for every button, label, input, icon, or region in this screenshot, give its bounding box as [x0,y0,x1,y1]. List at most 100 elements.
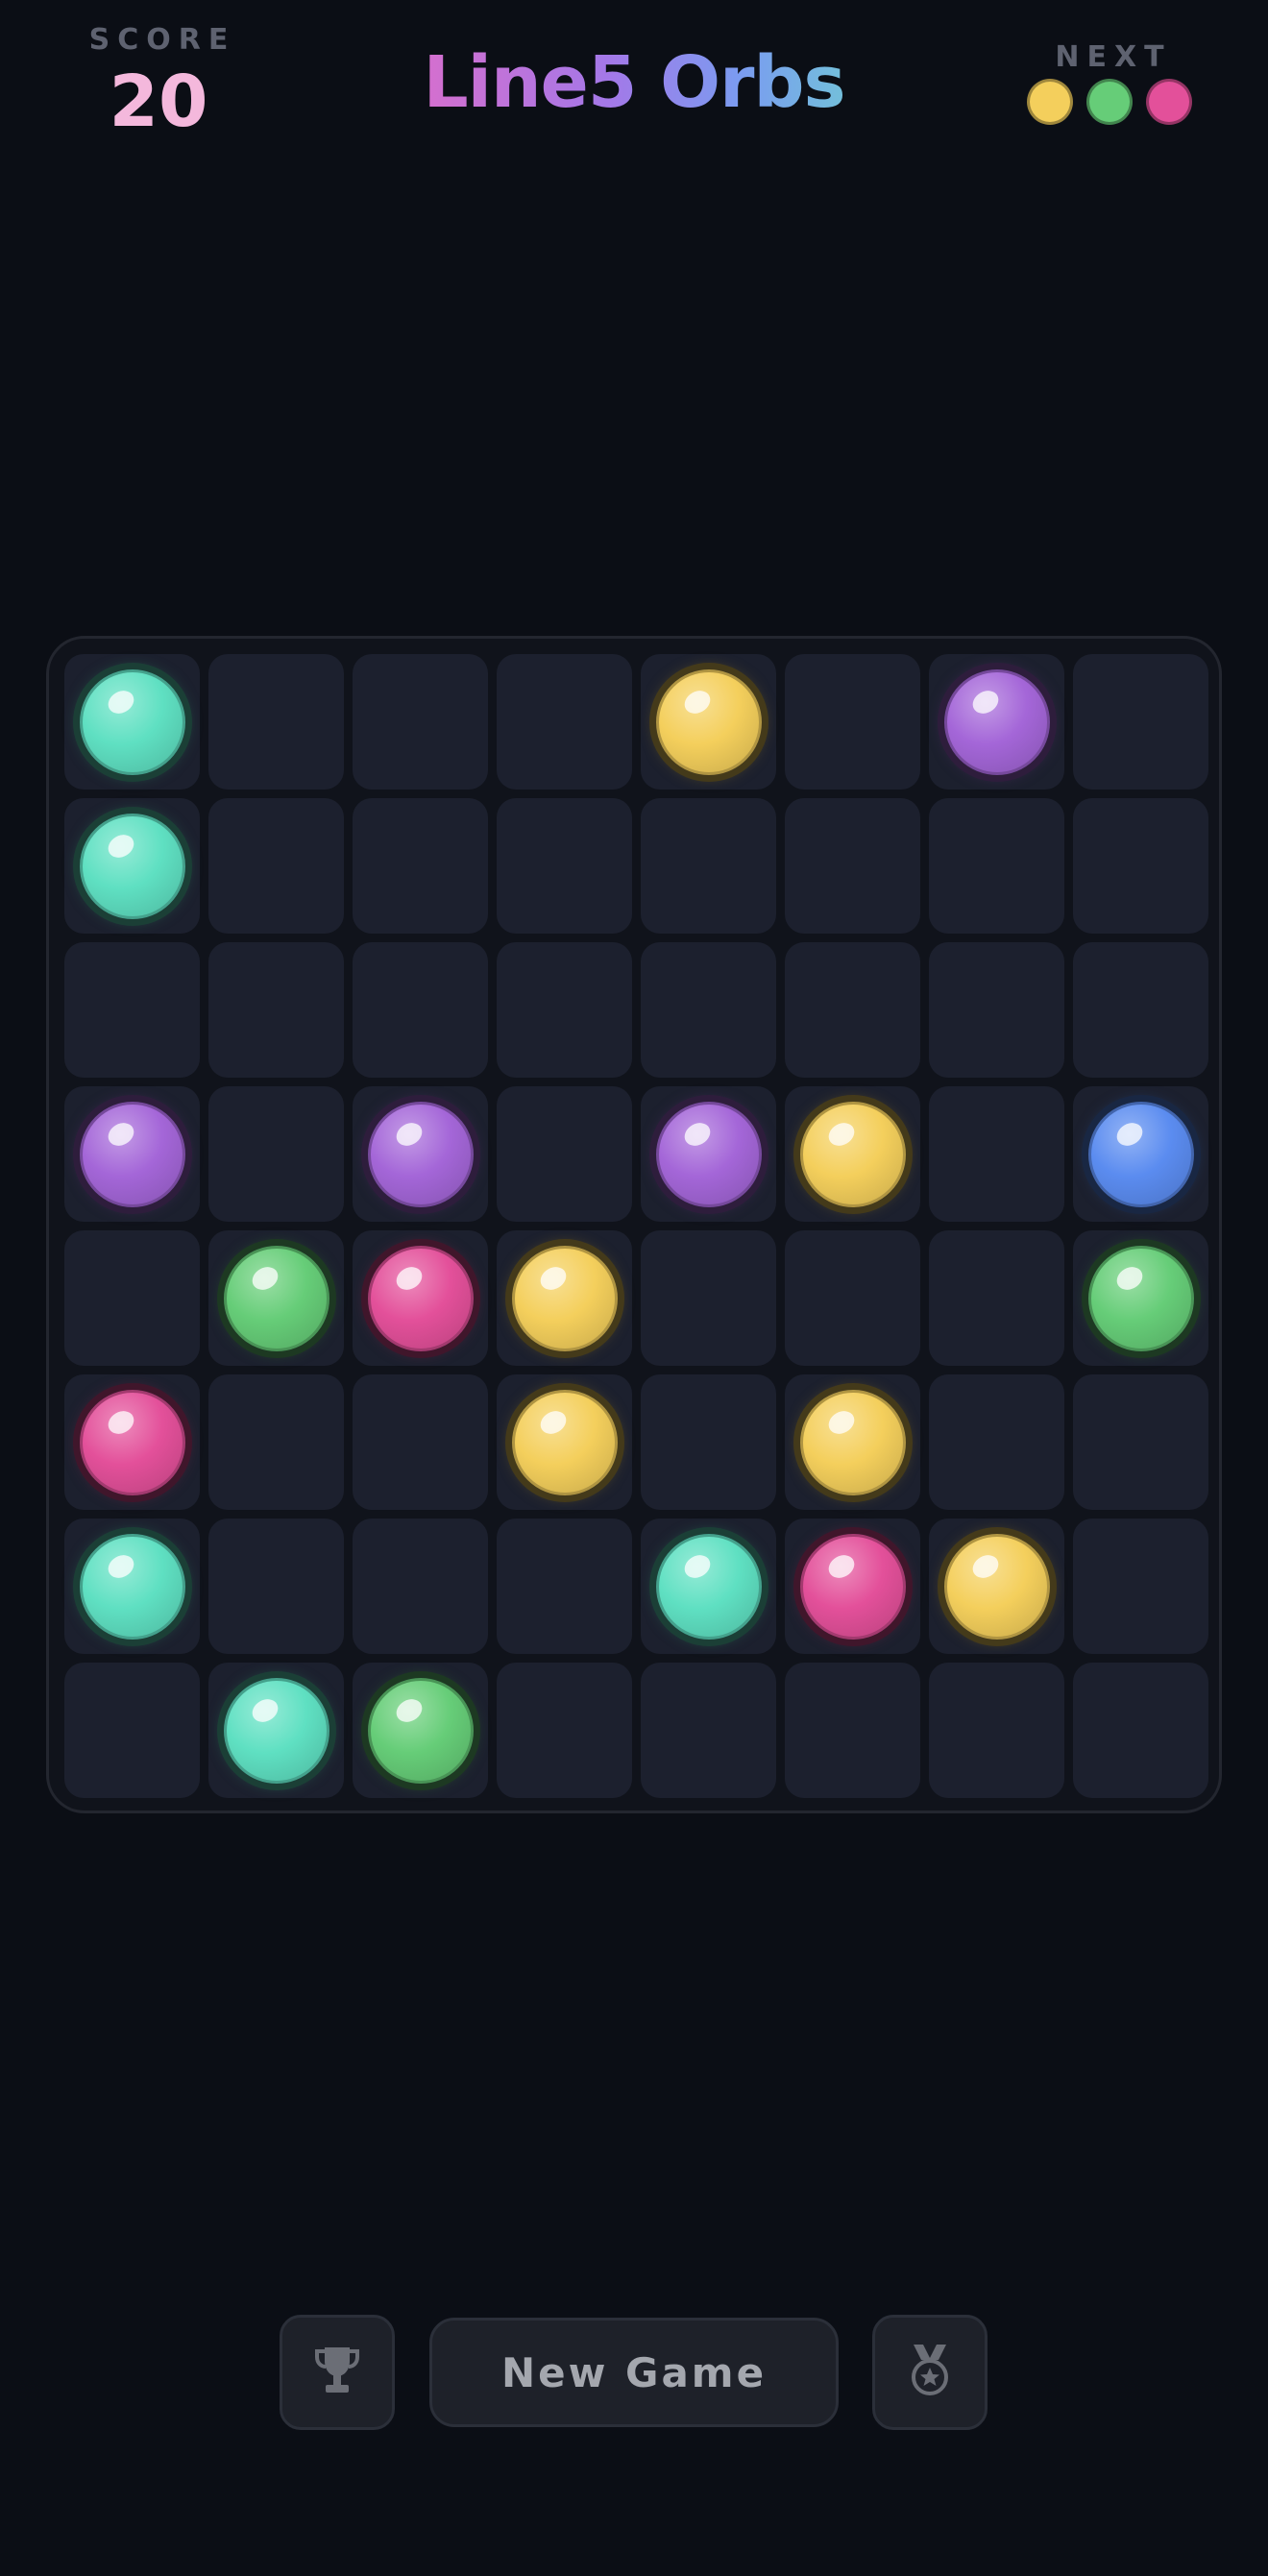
board-cell[interactable] [208,798,344,934]
board-cell[interactable] [929,942,1064,1078]
board-cell[interactable] [641,1663,776,1798]
board-cell[interactable] [64,654,200,790]
board-cell[interactable] [353,1230,488,1366]
board-cell[interactable] [497,1663,632,1798]
board-cell[interactable] [785,1230,920,1366]
board-cell[interactable] [353,798,488,934]
orb-blue[interactable] [1087,1101,1194,1207]
board-cell[interactable] [641,1374,776,1510]
orb-yellow[interactable] [799,1389,906,1495]
board-cell[interactable] [353,1519,488,1654]
board-cell[interactable] [785,1663,920,1798]
board-cell[interactable] [64,942,200,1078]
board-cell[interactable] [1073,1374,1208,1510]
board-cell[interactable] [64,1663,200,1798]
orb-green[interactable] [1087,1245,1194,1351]
board-cell[interactable] [64,1230,200,1366]
board-cell[interactable] [641,654,776,790]
achievements-button[interactable] [872,2315,988,2430]
board-cell[interactable] [785,1519,920,1654]
orb-green[interactable] [223,1245,329,1351]
board-cell[interactable] [1073,1519,1208,1654]
board-cell[interactable] [929,798,1064,934]
orb-green[interactable] [367,1677,474,1784]
board-cell[interactable] [64,1086,200,1222]
orb-yellow[interactable] [511,1245,618,1351]
board-cell[interactable] [641,1230,776,1366]
board-cell[interactable] [497,1230,632,1366]
orb-teal[interactable] [79,813,185,919]
board-cell[interactable] [353,654,488,790]
orb-teal[interactable] [655,1533,762,1640]
board-cell[interactable] [497,798,632,934]
orb-highlight [103,1117,138,1151]
board-cell[interactable] [785,1086,920,1222]
board-cell[interactable] [785,654,920,790]
orb-teal[interactable] [79,668,185,775]
new-game-button[interactable]: New Game [429,2318,839,2427]
board-cell[interactable] [497,1086,632,1222]
medal-icon [906,2343,954,2402]
orb-purple[interactable] [943,668,1050,775]
board-cell[interactable] [1073,654,1208,790]
orb-highlight [535,1261,571,1295]
board-cell[interactable] [208,1663,344,1798]
board-cell[interactable] [641,1519,776,1654]
board-cell[interactable] [353,1663,488,1798]
orb-pink[interactable] [799,1533,906,1640]
board-cell[interactable] [929,1230,1064,1366]
board-cell[interactable] [785,798,920,934]
orb-yellow[interactable] [511,1389,618,1495]
orb-highlight [103,1549,138,1583]
orb-highlight [103,685,138,718]
board-cell[interactable] [785,1374,920,1510]
board-cell[interactable] [208,1230,344,1366]
board-cell[interactable] [929,1663,1064,1798]
board-cell[interactable] [1073,942,1208,1078]
board-cell[interactable] [208,1519,344,1654]
orb-yellow[interactable] [799,1101,906,1207]
orb-pink[interactable] [79,1389,185,1495]
board-cell[interactable] [1073,798,1208,934]
board-cell[interactable] [208,654,344,790]
board-cell[interactable] [208,942,344,1078]
next-orb-pink [1146,79,1192,125]
orb-teal[interactable] [223,1677,329,1784]
board-cell[interactable] [1073,1230,1208,1366]
board-cell[interactable] [353,1086,488,1222]
board-cell[interactable] [641,1086,776,1222]
board-cell[interactable] [497,942,632,1078]
leaderboard-button[interactable] [280,2315,395,2430]
orb-highlight [391,1693,427,1727]
board-cell[interactable] [929,1086,1064,1222]
board-cell[interactable] [353,1374,488,1510]
orb-highlight [391,1261,427,1295]
orb-purple[interactable] [367,1101,474,1207]
board-cell[interactable] [929,654,1064,790]
orb-pink[interactable] [367,1245,474,1351]
board-cell[interactable] [64,798,200,934]
orb-teal[interactable] [79,1533,185,1640]
orb-yellow[interactable] [655,668,762,775]
board-cell[interactable] [1073,1086,1208,1222]
board-cell[interactable] [497,1519,632,1654]
board-cell[interactable] [929,1374,1064,1510]
orb-yellow[interactable] [943,1533,1050,1640]
orb-highlight [103,1405,138,1439]
board-cell[interactable] [353,942,488,1078]
board-cell[interactable] [64,1374,200,1510]
board-cell[interactable] [208,1374,344,1510]
board-cell[interactable] [497,654,632,790]
board-cell[interactable] [64,1519,200,1654]
board-cell[interactable] [1073,1663,1208,1798]
board-cell[interactable] [497,1374,632,1510]
board-cell[interactable] [641,942,776,1078]
next-orb-yellow [1027,79,1073,125]
board-cell[interactable] [208,1086,344,1222]
orb-purple[interactable] [79,1101,185,1207]
board-cell[interactable] [641,798,776,934]
orb-purple[interactable] [655,1101,762,1207]
board-cell[interactable] [929,1519,1064,1654]
orb-highlight [535,1405,571,1439]
board-cell[interactable] [785,942,920,1078]
